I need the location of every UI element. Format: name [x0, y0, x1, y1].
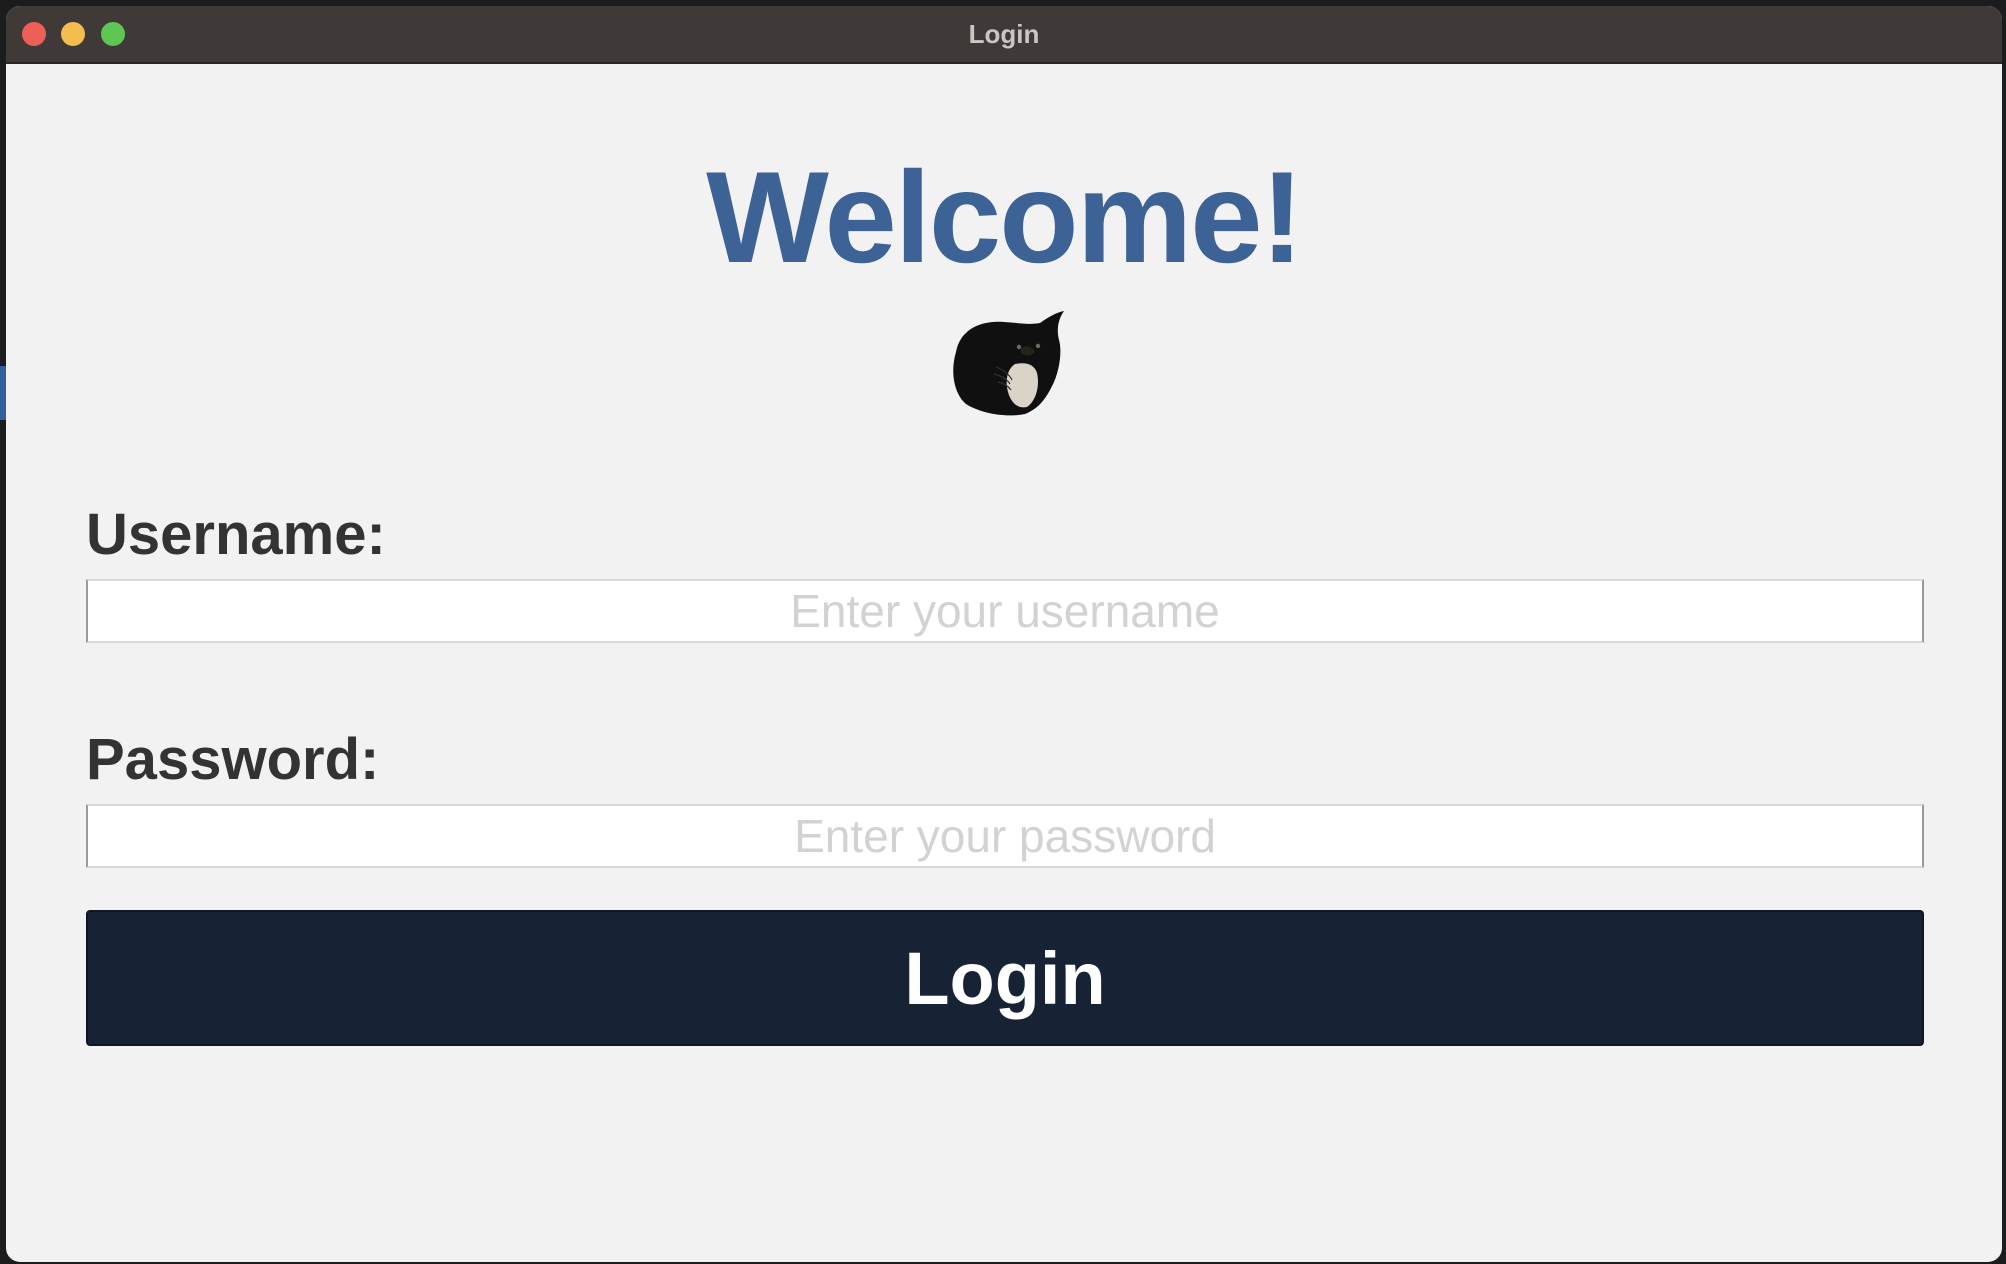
login-window: Login Welcome! Username: Password: Login [6, 6, 2002, 1262]
password-input[interactable] [86, 804, 1924, 868]
welcome-heading: Welcome! [706, 144, 1304, 290]
username-input[interactable] [86, 579, 1924, 643]
window-title: Login [968, 19, 1040, 49]
cat-image [953, 311, 1064, 416]
login-content: Welcome! Username: Password: Login [6, 64, 2002, 1262]
password-label: Password: [86, 727, 380, 792]
username-label: Username: [86, 502, 386, 567]
login-button[interactable]: Login [86, 910, 1924, 1046]
title-bar[interactable]: Login [6, 6, 2002, 64]
